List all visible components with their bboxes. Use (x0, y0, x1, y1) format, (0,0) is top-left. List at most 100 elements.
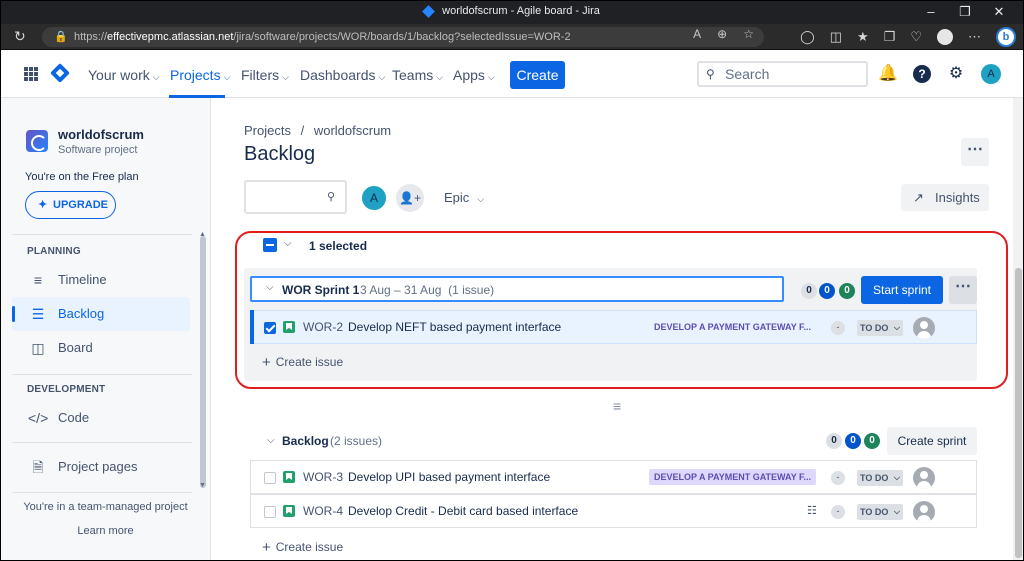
browser-menu-icon[interactable]: ⋯ (968, 29, 981, 45)
unassigned-avatar[interactable] (913, 317, 935, 339)
chevron-down-icon: ⌵ (223, 72, 231, 82)
issue-row[interactable]: WOR-2 Develop NEFT based payment interfa… (250, 310, 977, 344)
sprint-header[interactable]: ⌵ WOR Sprint 1 3 Aug – 31 Aug (1 issue) (250, 276, 784, 302)
backlog-search-input[interactable]: ⚲ (244, 180, 347, 214)
bing-copilot-icon[interactable]: b (996, 27, 1016, 47)
breadcrumb: Projects / worldofscrum (244, 123, 391, 138)
chevron-down-icon[interactable]: ⌵ (267, 435, 275, 446)
reload-icon[interactable]: ↻ (14, 28, 26, 45)
project-name[interactable]: worldofscrum (58, 127, 144, 142)
jira-favicon-icon (422, 4, 435, 18)
sidebar-item-code[interactable]: </> Code (12, 401, 190, 435)
status-dropdown[interactable]: TO DO ⌵ (857, 320, 903, 336)
status-dropdown[interactable]: TO DO ⌵ (857, 504, 903, 520)
create-issue-button[interactable]: + Create issue (262, 539, 343, 556)
nav-apps[interactable]: Apps ⌵ (453, 67, 495, 83)
issue-row[interactable]: WOR-3 Develop UPI based payment interfac… (250, 460, 977, 494)
assignee-filter-avatar[interactable]: A (360, 184, 388, 212)
epic-filter[interactable]: Epic ⌵ (444, 190, 484, 205)
browser-essentials-icon[interactable]: ♡ (910, 29, 922, 45)
breadcrumb-projects[interactable]: Projects (244, 123, 291, 138)
create-sprint-button[interactable]: Create sprint (887, 427, 977, 455)
plus-icon: + (262, 354, 271, 371)
nav-your-work[interactable]: Your work ⌵ (88, 67, 160, 83)
create-issue-button[interactable]: + Create issue (262, 354, 343, 371)
scrollbar-thumb[interactable] (1015, 268, 1022, 558)
add-people-icon[interactable]: 👤+ (396, 184, 424, 212)
scroll-down-icon[interactable]: ▼ (199, 482, 206, 489)
unassigned-avatar[interactable] (913, 501, 935, 523)
main-scrollbar[interactable] (1013, 98, 1024, 561)
issue-summary[interactable]: Develop Credit - Debit card based interf… (348, 504, 578, 518)
sidebar-scrollbar[interactable] (200, 236, 206, 488)
learn-more-link[interactable]: Learn more (0, 525, 211, 537)
more-actions-button[interactable]: ⋯ (961, 138, 989, 166)
issue-checkbox[interactable] (264, 322, 276, 334)
browser-toolbar: ↻ 🔒 https://effectivepmc.atlassian.net/j… (0, 24, 1024, 50)
create-button[interactable]: Create (510, 61, 565, 89)
chevron-down-icon: ⌵ (378, 72, 386, 82)
sidebar-item-board[interactable]: ◫ Board (12, 331, 190, 365)
restore-icon[interactable]: ❐ (948, 2, 982, 22)
resize-handle-icon[interactable]: ≡ (613, 398, 621, 414)
nav-projects[interactable]: Projects ⌵ (170, 67, 230, 83)
issue-summary[interactable]: Develop UPI based payment interface (348, 470, 550, 484)
epic-lozenge[interactable]: DEVELOP A PAYMENT GATEWAY F... (649, 319, 816, 335)
nav-dashboards[interactable]: Dashboards ⌵ (300, 67, 385, 83)
zoom-icon[interactable]: ⊕ (717, 27, 727, 41)
close-window-icon[interactable]: ✕ (982, 2, 1016, 22)
sidebar-item-timeline[interactable]: ≡ Timeline (12, 263, 190, 297)
sprint-more-button[interactable]: ⋯ (949, 276, 977, 304)
epic-lozenge[interactable]: DEVELOP A PAYMENT GATEWAY F... (649, 469, 817, 485)
unassigned-avatar[interactable] (913, 467, 935, 489)
chevron-down-icon[interactable]: ⌵ (284, 238, 292, 249)
page-title: Backlog (244, 143, 316, 165)
minimize-icon[interactable]: – (914, 2, 948, 22)
start-sprint-button[interactable]: Start sprint (861, 276, 943, 304)
sidebar-item-backlog[interactable]: ☰ Backlog (12, 297, 190, 331)
favorites-icon[interactable]: ★ (857, 29, 869, 45)
address-bar[interactable]: 🔒 https://effectivepmc.atlassian.net/jir… (42, 27, 764, 47)
todo-count-badge: 0 (801, 283, 817, 299)
jira-logo-icon[interactable] (50, 63, 70, 83)
split-screen-icon[interactable]: ◫ (830, 29, 842, 45)
issue-checkbox[interactable] (264, 472, 276, 484)
issue-checkbox[interactable] (264, 506, 276, 518)
estimate-badge[interactable]: - (831, 471, 845, 485)
breadcrumb-project[interactable]: worldofscrum (314, 123, 391, 138)
extensions-icon[interactable]: ◯ (800, 29, 815, 45)
issue-key[interactable]: WOR-4 (303, 504, 343, 518)
estimate-badge[interactable]: - (831, 321, 845, 335)
estimate-badge[interactable]: - (831, 505, 845, 519)
chevron-down-icon: ⌵ (893, 507, 900, 516)
chevron-down-icon: ⌵ (436, 72, 444, 82)
read-aloud-icon[interactable]: A (693, 27, 701, 41)
bell-icon[interactable]: 🔔 (878, 64, 898, 84)
issue-summary[interactable]: Develop NEFT based payment interface (348, 320, 561, 334)
collections-icon[interactable]: ❐ (884, 29, 896, 45)
main-content: Projects / worldofscrum Backlog ⋯ ⚲ A 👤+… (212, 98, 1012, 561)
gear-icon[interactable]: ⚙ (946, 64, 966, 84)
lock-icon[interactable]: 🔒 (54, 27, 68, 47)
issue-key[interactable]: WOR-2 (303, 320, 343, 334)
plan-notice: You're on the Free plan (25, 171, 139, 183)
status-dropdown[interactable]: TO DO ⌵ (857, 470, 903, 486)
section-header-development: DEVELOPMENT (27, 384, 106, 395)
select-all-checkbox[interactable] (263, 238, 277, 252)
upgrade-button[interactable]: ✦ UPGRADE (25, 191, 116, 219)
backlog-name[interactable]: Backlog (282, 434, 329, 448)
issue-row[interactable]: WOR-4 Develop Credit - Debit card based … (250, 494, 977, 528)
chevron-down-icon: ⌵ (487, 72, 495, 82)
nav-teams[interactable]: Teams ⌵ (392, 67, 443, 83)
inprogress-count-badge: 0 (819, 283, 835, 299)
user-avatar[interactable]: A (981, 64, 1001, 84)
apps-grid-icon[interactable] (24, 67, 38, 81)
browser-profile-icon[interactable] (937, 29, 953, 45)
issue-key[interactable]: WOR-3 (303, 470, 343, 484)
nav-filters[interactable]: Filters ⌵ (241, 67, 289, 83)
favorite-star-icon[interactable]: ☆ (743, 27, 754, 41)
insights-button[interactable]: ↗ Insights (901, 184, 989, 211)
search-input[interactable]: ⚲ Search (697, 61, 868, 87)
help-icon[interactable]: ? (913, 65, 931, 83)
sidebar-item-project-pages[interactable]: 🗎 Project pages (12, 450, 190, 484)
